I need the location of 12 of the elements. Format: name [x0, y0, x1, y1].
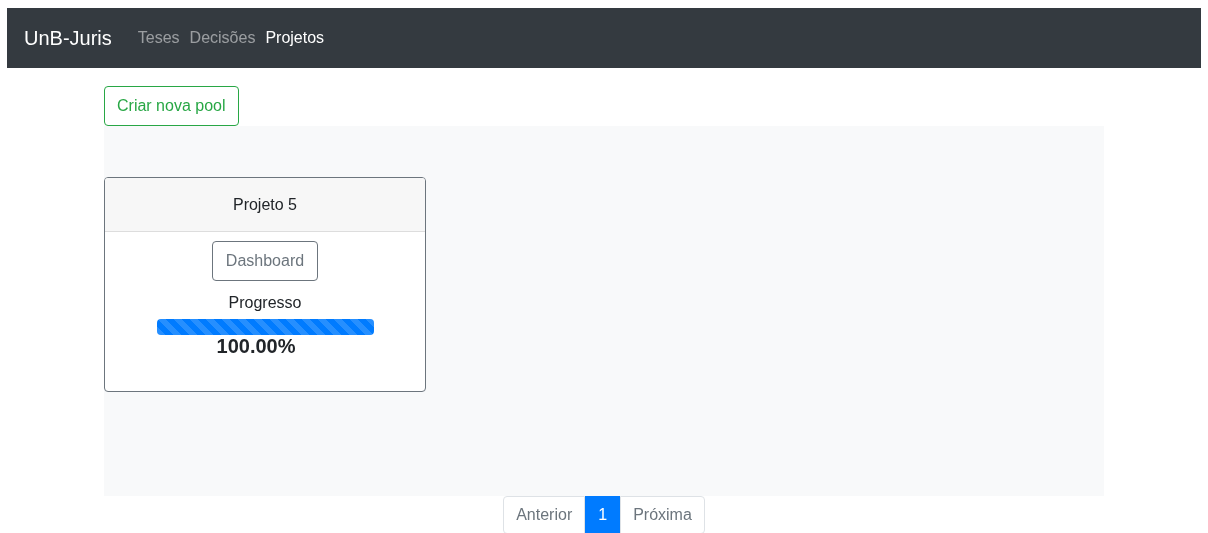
page-link[interactable]: 1	[585, 496, 621, 533]
create-pool-button[interactable]: Criar nova pool	[104, 86, 239, 126]
dashboard-button[interactable]: Dashboard	[211, 241, 319, 281]
progress-percentage: 100.00%	[216, 335, 296, 358]
brand-link[interactable]: UnB-Juris	[24, 26, 112, 50]
next-page-link[interactable]: Próxima	[620, 496, 705, 533]
nav-link[interactable]: Teses	[137, 29, 180, 47]
progress-label: Progresso	[228, 294, 302, 312]
previous-page-link[interactable]: Anterior	[503, 496, 586, 533]
nav-link[interactable]: Decisões	[189, 29, 256, 47]
card-header: Projeto 5	[105, 178, 425, 232]
nav-link[interactable]: Projetos	[265, 29, 325, 47]
